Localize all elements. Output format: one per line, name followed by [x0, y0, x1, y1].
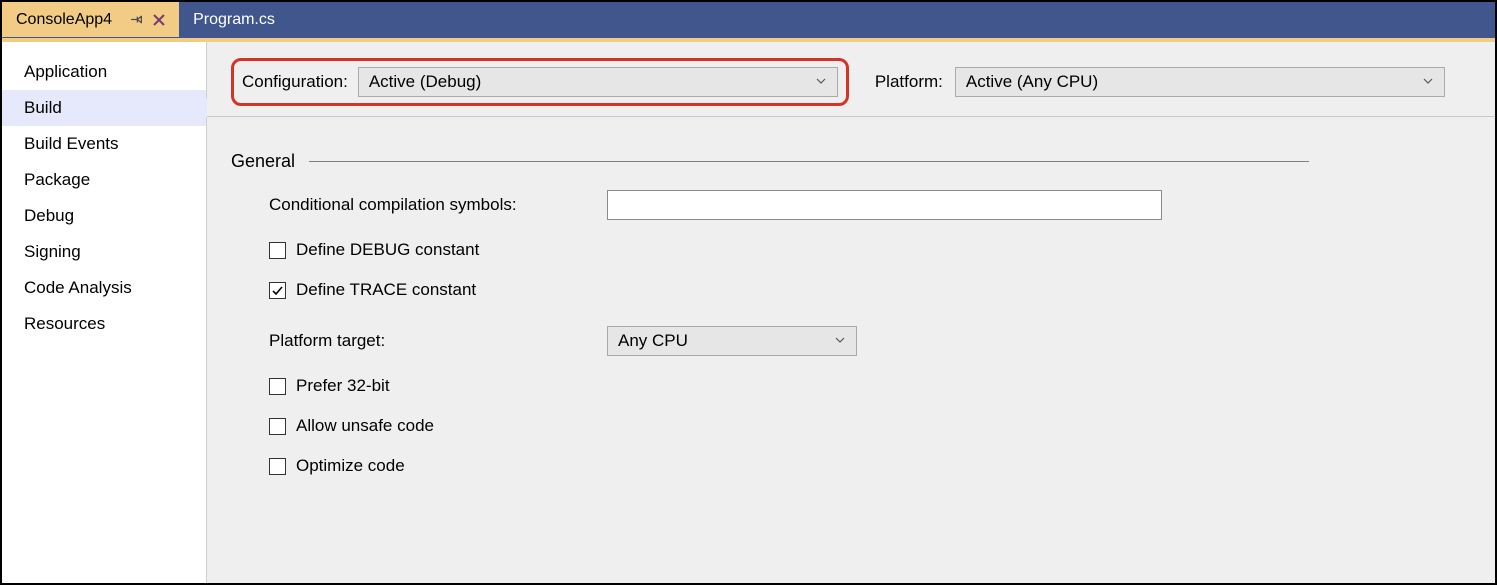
prefer-32bit-label: Prefer 32-bit	[296, 376, 390, 396]
tabstrip: ConsoleApp4 Program.cs	[2, 2, 1495, 38]
configuration-label: Configuration:	[242, 72, 348, 92]
tab-program[interactable]: Program.cs	[179, 2, 289, 37]
sidebar-item-label: Application	[24, 62, 107, 81]
conditional-symbols-input[interactable]	[607, 190, 1162, 220]
sidebar-item-build[interactable]: Build	[2, 90, 206, 126]
sidebar-item-label: Build Events	[24, 134, 119, 153]
sidebar-item-label: Package	[24, 170, 90, 189]
define-trace-label: Define TRACE constant	[296, 280, 476, 300]
chevron-down-icon	[1422, 72, 1434, 92]
sidebar-item-resources[interactable]: Resources	[2, 306, 206, 342]
divider	[207, 116, 1495, 117]
sidebar-item-application[interactable]: Application	[2, 54, 206, 90]
platform-target-select[interactable]: Any CPU	[607, 326, 857, 356]
sidebar-item-debug[interactable]: Debug	[2, 198, 206, 234]
sidebar-item-label: Debug	[24, 206, 74, 225]
configuration-select[interactable]: Active (Debug)	[358, 67, 838, 97]
sidebar-item-package[interactable]: Package	[2, 162, 206, 198]
sidebar-item-signing[interactable]: Signing	[2, 234, 206, 270]
configuration-highlight: Configuration: Active (Debug)	[231, 58, 849, 106]
sidebar-item-label: Code Analysis	[24, 278, 132, 297]
chevron-down-icon	[834, 331, 846, 351]
define-debug-label: Define DEBUG constant	[296, 240, 479, 260]
platform-label: Platform:	[875, 72, 943, 92]
sidebar-item-build-events[interactable]: Build Events	[2, 126, 206, 162]
configuration-value: Active (Debug)	[369, 72, 481, 92]
sidebar: Application Build Build Events Package D…	[2, 42, 207, 583]
platform-target-value: Any CPU	[618, 331, 688, 351]
conditional-symbols-label: Conditional compilation symbols:	[269, 195, 589, 215]
define-debug-checkbox[interactable]	[269, 242, 286, 259]
tab-active[interactable]: ConsoleApp4	[2, 2, 179, 37]
main-panel: Configuration: Active (Debug) Platform: …	[207, 42, 1495, 583]
prefer-32bit-checkbox[interactable]	[269, 378, 286, 395]
sidebar-item-label: Build	[24, 98, 62, 117]
allow-unsafe-label: Allow unsafe code	[296, 416, 434, 436]
platform-select[interactable]: Active (Any CPU)	[955, 67, 1445, 97]
section-general-header: General	[231, 151, 1471, 172]
sidebar-item-code-analysis[interactable]: Code Analysis	[2, 270, 206, 306]
platform-value: Active (Any CPU)	[966, 72, 1098, 92]
sidebar-item-label: Resources	[24, 314, 105, 333]
platform-target-label: Platform target:	[269, 331, 589, 351]
sidebar-item-label: Signing	[24, 242, 81, 261]
pin-icon[interactable]	[130, 13, 143, 26]
tab-title: Program.cs	[193, 11, 275, 29]
optimize-code-label: Optimize code	[296, 456, 405, 476]
optimize-code-checkbox[interactable]	[269, 458, 286, 475]
tab-title: ConsoleApp4	[16, 11, 112, 29]
close-icon[interactable]	[153, 14, 165, 26]
chevron-down-icon	[815, 72, 827, 92]
section-rule	[309, 161, 1309, 162]
define-trace-checkbox[interactable]	[269, 282, 286, 299]
allow-unsafe-checkbox[interactable]	[269, 418, 286, 435]
section-title: General	[231, 151, 295, 172]
